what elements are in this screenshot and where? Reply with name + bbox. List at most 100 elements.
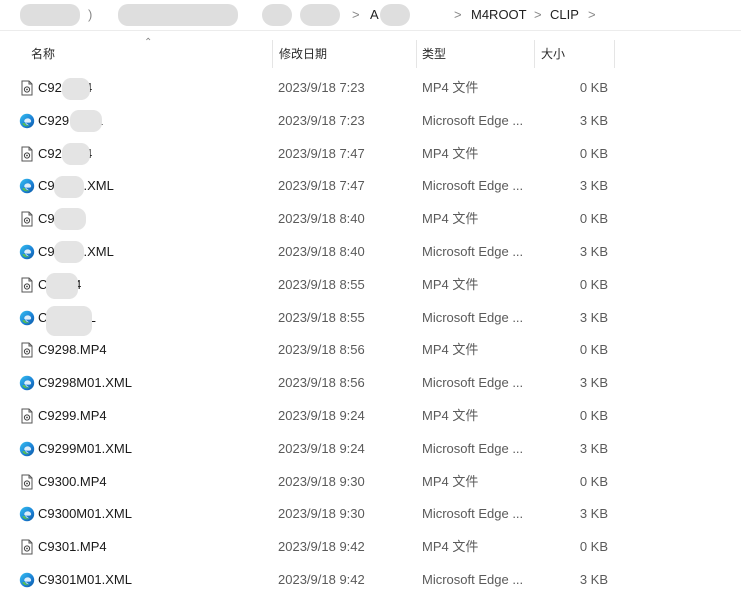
column-divider[interactable]	[272, 40, 273, 68]
breadcrumb-separator: >	[534, 7, 542, 22]
file-size: 3 KB	[579, 571, 608, 587]
file-row[interactable]: C9301.MP4 2023/9/18 9:42 MP4 文件 0 KB	[0, 531, 741, 564]
file-row[interactable]: C9301M01.XML 2023/9/18 9:42 Microsoft Edge…	[0, 564, 741, 597]
file-type: Microsoft Edge ...	[422, 243, 524, 259]
file-name: C9300.MP4	[38, 473, 107, 489]
column-divider[interactable]	[534, 40, 535, 68]
file-size: 0 KB	[579, 539, 608, 555]
file-size: 0 KB	[579, 473, 608, 489]
edge-icon	[19, 310, 35, 326]
file-size: 3 KB	[579, 309, 608, 325]
redaction-mask	[62, 78, 90, 100]
file-type: MP4 文件	[422, 407, 479, 423]
file-row[interactable]: C9298M01.XML 2023/9/18 8:56 Microsoft Edge…	[0, 367, 741, 400]
file-type: Microsoft Edge ...	[422, 506, 524, 522]
redacted-segment	[118, 4, 238, 26]
file-size: 3 KB	[579, 375, 608, 391]
file-name: C9298M01.XML	[38, 375, 132, 391]
file-modified-date: 2023/9/18 9:42	[278, 539, 365, 555]
file-modified-date: 2023/9/18 8:55	[278, 276, 365, 292]
file-modified-date: 2023/9/18 9:42	[278, 571, 365, 587]
file-size: 0 KB	[579, 145, 608, 161]
file-modified-date: 2023/9/18 7:23	[278, 80, 365, 95]
file-row[interactable]: C9300.MP4 2023/9/18 9:30 MP4 文件 0 KB	[0, 466, 741, 499]
file-modified-date: 2023/9/18 8:56	[278, 375, 365, 391]
column-divider[interactable]	[614, 40, 615, 68]
file-modified-date: 2023/9/18 9:24	[278, 407, 365, 423]
file-modified-date: 2023/9/18 8:40	[278, 243, 365, 259]
column-divider[interactable]	[416, 40, 417, 68]
file-row[interactable]: C92 MP42023/9/18 7:23MP4 文件0 KB	[0, 72, 741, 105]
file-name: C9299.MP4	[38, 407, 107, 423]
file-size: 3 KB	[579, 506, 608, 522]
file-row[interactable]: C9 M01.XML 2023/9/18 7:47 Microsoft Edge .…	[0, 170, 741, 203]
file-modified-date: 2023/9/18 7:47	[278, 178, 365, 194]
breadcrumb-separator: )	[88, 7, 93, 22]
redaction-mask	[46, 273, 78, 299]
video-file-icon	[19, 408, 35, 424]
column-header-type[interactable]: 类型	[422, 38, 446, 70]
file-size: 0 KB	[579, 407, 608, 423]
redacted-segment	[262, 4, 292, 26]
file-row[interactable]: C .MP42023/9/18 8:55MP4 文件0 KB	[0, 269, 741, 302]
file-modified-date: 2023/9/18 9:30	[278, 506, 365, 522]
edge-icon	[19, 244, 35, 260]
file-modified-date: 2023/9/18 9:30	[278, 473, 365, 489]
column-header-date[interactable]: 修改日期	[279, 38, 327, 70]
file-type: MP4 文件	[422, 276, 479, 292]
redaction-mask	[46, 306, 92, 336]
file-modified-date: 2023/9/18 9:24	[278, 440, 365, 456]
file-name: C9301.MP4	[38, 539, 107, 555]
edge-icon	[19, 178, 35, 194]
file-row[interactable]: C9 MP42023/9/18 8:40MP4 文件0 KB	[0, 203, 741, 236]
file-row[interactable]: C9 M01.XML 2023/9/18 8:40 Microsoft Edge .…	[0, 236, 741, 269]
file-type: Microsoft Edge ...	[422, 309, 524, 325]
file-size: 0 KB	[579, 80, 608, 95]
video-file-icon	[19, 277, 35, 293]
video-file-icon	[19, 146, 35, 162]
breadcrumb-segment-m4root[interactable]: M4ROOT	[471, 7, 527, 22]
sort-ascending-icon: ⌃	[144, 37, 153, 48]
column-header-name[interactable]: 名称	[31, 38, 55, 70]
file-type: MP4 文件	[422, 342, 479, 358]
breadcrumb[interactable]: ) > A > M4ROOT > CLIP >	[0, 0, 741, 31]
file-size: 3 KB	[579, 243, 608, 259]
video-file-icon	[19, 342, 35, 358]
file-modified-date: 2023/9/18 8:56	[278, 342, 365, 358]
file-name: C9299M01.XML	[38, 440, 132, 456]
file-name: C9300M01.XML	[38, 506, 132, 522]
breadcrumb-separator: >	[352, 7, 360, 22]
file-row[interactable]: C92 MP42023/9/18 7:47MP4 文件0 KB	[0, 138, 741, 171]
video-file-icon	[19, 80, 35, 96]
file-type: Microsoft Edge ...	[422, 178, 524, 194]
file-size: 3 KB	[579, 178, 608, 194]
edge-icon	[19, 113, 35, 129]
file-row[interactable]: C9299.MP4 2023/9/18 9:24 MP4 文件 0 KB	[0, 400, 741, 433]
file-type: MP4 文件	[422, 539, 479, 555]
file-size: 0 KB	[579, 211, 608, 227]
file-modified-date: 2023/9/18 8:40	[278, 211, 365, 227]
redaction-mask	[70, 110, 102, 132]
file-row[interactable]: C929 .XML2023/9/18 7:23Microsoft Edge ..…	[0, 105, 741, 138]
file-type: MP4 文件	[422, 211, 479, 227]
file-row[interactable]: C9299M01.XML 2023/9/18 9:24 Microsoft Edge…	[0, 433, 741, 466]
column-header-size[interactable]: 大小	[541, 38, 565, 70]
breadcrumb-separator: >	[588, 7, 596, 22]
file-row[interactable]: C 01.XML2023/9/18 8:55Microsoft Edge ...…	[0, 302, 741, 335]
file-row[interactable]: C9298.MP4 2023/9/18 8:56 MP4 文件 0 KB	[0, 334, 741, 367]
file-row[interactable]: C9300M01.XML 2023/9/18 9:30 Microsoft Edge…	[0, 498, 741, 531]
file-type: MP4 文件	[422, 145, 479, 161]
breadcrumb-segment-clip[interactable]: CLIP	[550, 7, 579, 22]
breadcrumb-separator: >	[454, 7, 462, 22]
file-size: 3 KB	[579, 440, 608, 456]
edge-icon	[19, 572, 35, 588]
file-modified-date: 2023/9/18 7:47	[278, 145, 365, 161]
video-file-icon	[19, 474, 35, 490]
video-file-icon	[19, 539, 35, 555]
file-type: MP4 文件	[422, 473, 479, 489]
file-type: Microsoft Edge ...	[422, 112, 524, 128]
file-size: 0 KB	[579, 342, 608, 358]
breadcrumb-segment-a[interactable]: A	[370, 7, 379, 22]
file-type: Microsoft Edge ...	[422, 440, 524, 456]
redaction-mask	[54, 241, 84, 263]
